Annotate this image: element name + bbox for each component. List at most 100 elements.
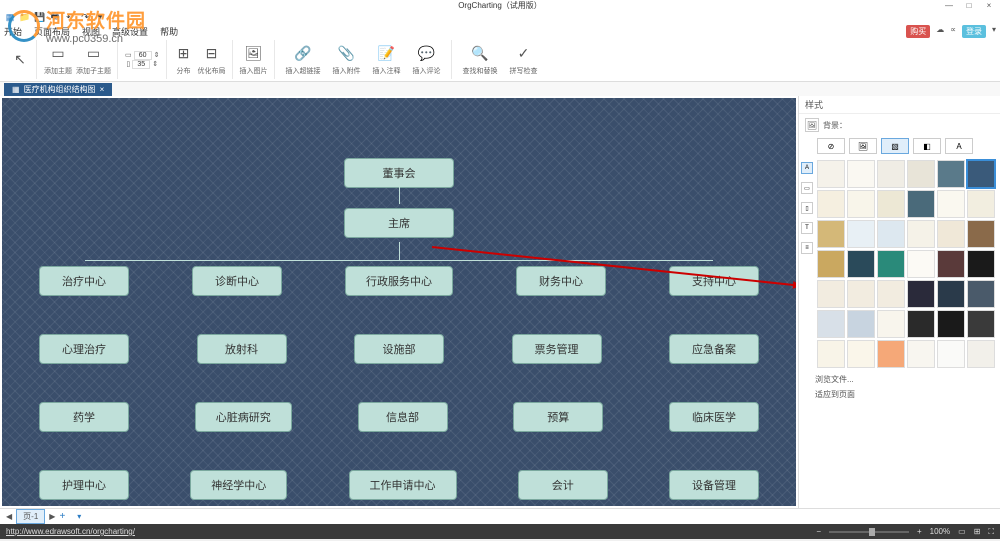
bg-type-pattern[interactable]: ▧ bbox=[881, 138, 909, 154]
menu-page-layout[interactable]: 页面布局 bbox=[34, 25, 70, 38]
pattern-swatch-39[interactable] bbox=[907, 340, 935, 368]
menu-view[interactable]: 视图 bbox=[82, 25, 100, 38]
width-input[interactable]: 60 bbox=[134, 51, 152, 60]
org-r3-3[interactable]: 预算 bbox=[513, 402, 603, 432]
pattern-swatch-26[interactable] bbox=[877, 280, 905, 308]
org-r4-3[interactable]: 会计 bbox=[518, 470, 608, 500]
minimize-button[interactable]: — bbox=[942, 1, 956, 9]
add-theme-icon[interactable]: ▭ bbox=[48, 44, 68, 64]
share-icon[interactable]: ∝ bbox=[950, 25, 956, 38]
org-r2-1[interactable]: 放射科 bbox=[197, 334, 287, 364]
attachment-icon[interactable]: 📎 bbox=[337, 44, 357, 64]
pattern-swatch-1[interactable] bbox=[847, 160, 875, 188]
org-r4-4[interactable]: 设备管理 bbox=[669, 470, 759, 500]
document-tab[interactable]: ▦ 医疗机构组织结构图 × bbox=[4, 83, 112, 96]
view-mode-2-icon[interactable]: ⊞ bbox=[974, 527, 981, 536]
org-center-0[interactable]: 治疗中心 bbox=[39, 266, 129, 296]
undo-icon[interactable]: ↶ bbox=[64, 11, 76, 23]
pattern-swatch-35[interactable] bbox=[967, 310, 995, 338]
optimize-icon[interactable]: ⊟ bbox=[202, 44, 222, 64]
org-r4-1[interactable]: 神经学中心 bbox=[190, 470, 287, 500]
pattern-cat-2[interactable]: ▯ bbox=[801, 202, 813, 214]
org-r3-2[interactable]: 信息部 bbox=[358, 402, 448, 432]
pattern-swatch-41[interactable] bbox=[967, 340, 995, 368]
pattern-cat-0[interactable]: A bbox=[801, 162, 813, 174]
pattern-swatch-2[interactable] bbox=[877, 160, 905, 188]
maximize-button[interactable]: □ bbox=[962, 1, 976, 9]
org-r3-4[interactable]: 临床医学 bbox=[669, 402, 759, 432]
pattern-swatch-32[interactable] bbox=[877, 310, 905, 338]
org-center-1[interactable]: 诊断中心 bbox=[192, 266, 282, 296]
zoom-out-button[interactable]: − bbox=[816, 527, 821, 536]
org-r2-3[interactable]: 票务管理 bbox=[512, 334, 602, 364]
pattern-swatch-25[interactable] bbox=[847, 280, 875, 308]
pattern-swatch-8[interactable] bbox=[877, 190, 905, 218]
pattern-swatch-20[interactable] bbox=[877, 250, 905, 278]
pattern-swatch-0[interactable] bbox=[817, 160, 845, 188]
pattern-swatch-14[interactable] bbox=[877, 220, 905, 248]
browse-file-link[interactable]: 浏览文件... bbox=[815, 374, 984, 385]
org-r3-1[interactable]: 心脏病研究 bbox=[195, 402, 292, 432]
hyperlink-icon[interactable]: 🔗 bbox=[293, 44, 313, 64]
pattern-swatch-5[interactable] bbox=[967, 160, 995, 188]
zoom-slider[interactable] bbox=[829, 531, 909, 533]
org-r3-0[interactable]: 药学 bbox=[39, 402, 129, 432]
pattern-swatch-24[interactable] bbox=[817, 280, 845, 308]
pattern-swatch-21[interactable] bbox=[907, 250, 935, 278]
pattern-swatch-23[interactable] bbox=[967, 250, 995, 278]
page-dropdown-icon[interactable]: ▾ bbox=[77, 512, 81, 521]
pattern-swatch-16[interactable] bbox=[937, 220, 965, 248]
menu-advanced[interactable]: 高级设置 bbox=[112, 25, 148, 38]
pattern-swatch-33[interactable] bbox=[907, 310, 935, 338]
pattern-swatch-4[interactable] bbox=[937, 160, 965, 188]
pattern-swatch-7[interactable] bbox=[847, 190, 875, 218]
bg-type-text[interactable]: A bbox=[945, 138, 973, 154]
org-r4-2[interactable]: 工作申请中心 bbox=[349, 470, 457, 500]
pattern-swatch-10[interactable] bbox=[937, 190, 965, 218]
pattern-swatch-36[interactable] bbox=[817, 340, 845, 368]
pattern-swatch-6[interactable] bbox=[817, 190, 845, 218]
new-icon[interactable]: ▦ bbox=[4, 11, 16, 23]
zoom-in-button[interactable]: + bbox=[917, 527, 922, 536]
pattern-swatch-19[interactable] bbox=[847, 250, 875, 278]
bg-type-image[interactable]: 🖼 bbox=[849, 138, 877, 154]
pattern-cat-3[interactable]: T bbox=[801, 222, 813, 234]
org-center-2[interactable]: 行政服务中心 bbox=[345, 266, 453, 296]
cursor-icon[interactable]: ↖ bbox=[10, 50, 30, 70]
more-icon[interactable]: ▾ bbox=[94, 11, 106, 23]
page-next-icon[interactable]: ▶ bbox=[49, 512, 55, 521]
pattern-swatch-12[interactable] bbox=[817, 220, 845, 248]
pattern-swatch-15[interactable] bbox=[907, 220, 935, 248]
pattern-swatch-31[interactable] bbox=[847, 310, 875, 338]
org-r4-0[interactable]: 护理中心 bbox=[39, 470, 129, 500]
pattern-swatch-17[interactable] bbox=[967, 220, 995, 248]
pattern-swatch-37[interactable] bbox=[847, 340, 875, 368]
close-button[interactable]: × bbox=[982, 1, 996, 9]
pattern-swatch-28[interactable] bbox=[937, 280, 965, 308]
pattern-cat-4[interactable]: ≡ bbox=[801, 242, 813, 254]
view-mode-1-icon[interactable]: ▭ bbox=[958, 527, 966, 536]
pattern-swatch-13[interactable] bbox=[847, 220, 875, 248]
bg-type-none[interactable]: ⊘ bbox=[817, 138, 845, 154]
fit-page-link[interactable]: 适应到页面 bbox=[815, 389, 984, 400]
pattern-swatch-30[interactable] bbox=[817, 310, 845, 338]
redo-icon[interactable]: ↷ bbox=[79, 11, 91, 23]
comment-icon[interactable]: 📝 bbox=[377, 44, 397, 64]
pattern-swatch-38[interactable] bbox=[877, 340, 905, 368]
menu-start[interactable]: 开始 bbox=[4, 25, 22, 38]
buy-button[interactable]: 购买 bbox=[906, 25, 930, 38]
pattern-swatch-22[interactable] bbox=[937, 250, 965, 278]
pattern-swatch-9[interactable] bbox=[907, 190, 935, 218]
pattern-swatch-27[interactable] bbox=[907, 280, 935, 308]
add-sub-theme-icon[interactable]: ▭ bbox=[84, 44, 104, 64]
pattern-swatch-29[interactable] bbox=[967, 280, 995, 308]
pattern-swatch-18[interactable] bbox=[817, 250, 845, 278]
canvas[interactable]: 董事会 主席 治疗中心 诊断中心 行政服务中心 财务中心 支持中心 心理治疗 放… bbox=[2, 98, 796, 506]
pattern-swatch-40[interactable] bbox=[937, 340, 965, 368]
height-input[interactable]: 35 bbox=[132, 60, 150, 69]
status-url[interactable]: http://www.edrawsoft.cn/orgcharting/ bbox=[6, 527, 135, 536]
find-icon[interactable]: 🔍 bbox=[470, 44, 490, 64]
org-center-3[interactable]: 财务中心 bbox=[516, 266, 606, 296]
login-button[interactable]: 登录 bbox=[962, 25, 986, 38]
add-page-button[interactable]: + bbox=[59, 511, 65, 522]
